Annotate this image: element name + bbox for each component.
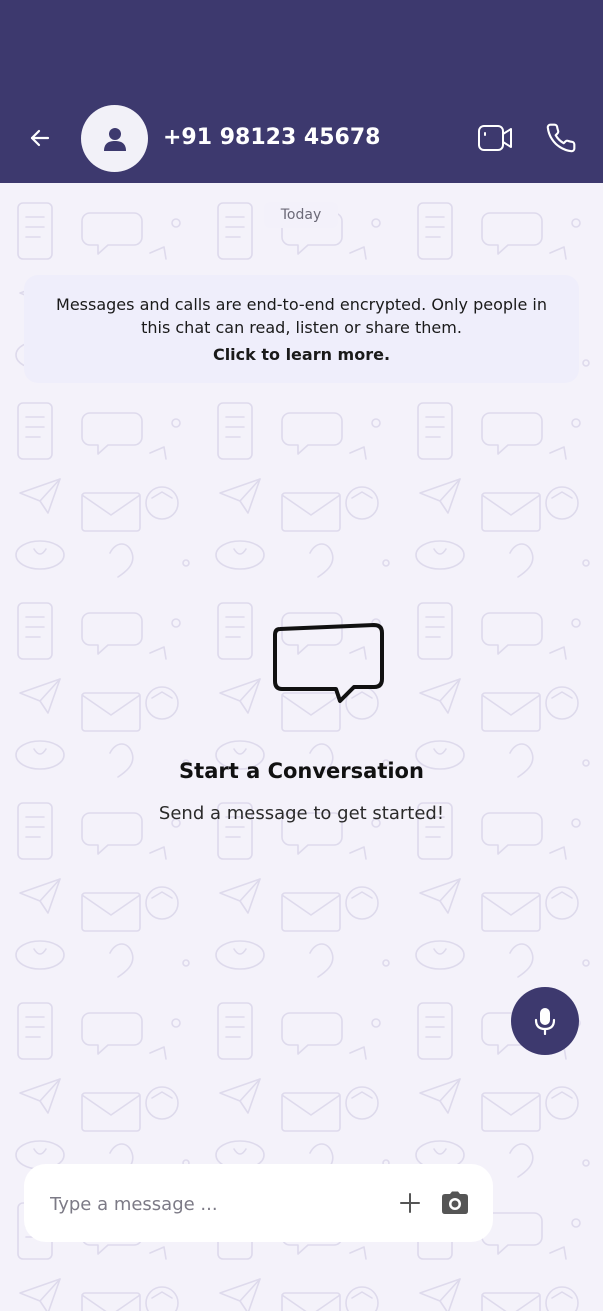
chat-bubble-icon — [273, 623, 384, 703]
mic-button[interactable] — [511, 987, 579, 1055]
attach-button[interactable] — [395, 1188, 425, 1218]
message-input[interactable] — [48, 1187, 372, 1221]
microphone-icon — [534, 1008, 556, 1035]
arrow-left-icon — [30, 129, 50, 147]
phone-icon — [546, 123, 576, 153]
video-call-button[interactable] — [476, 118, 514, 158]
voice-call-button[interactable] — [541, 118, 581, 158]
contact-name[interactable]: +91 98123 45678 — [163, 122, 380, 154]
contact-avatar[interactable] — [81, 105, 148, 172]
learn-more-link[interactable]: Click to learn more. — [40, 344, 563, 366]
camera-button[interactable] — [439, 1187, 471, 1219]
video-call-icon — [478, 125, 512, 151]
empty-state-subtitle: Send a message to get started! — [158, 803, 445, 824]
chat-area[interactable]: Today Messages and calls are end-to-end … — [0, 183, 603, 1311]
encryption-notice-text: Messages and calls are end-to-end encryp… — [56, 295, 547, 337]
date-separator: Today — [264, 202, 338, 228]
back-button[interactable] — [22, 120, 58, 156]
plus-icon — [400, 1193, 420, 1213]
encryption-notice[interactable]: Messages and calls are end-to-end encryp… — [24, 275, 579, 383]
chat-header: +91 98123 45678 — [0, 0, 603, 183]
message-composer — [24, 1164, 493, 1242]
empty-state-title: Start a Conversation — [179, 759, 424, 783]
camera-icon — [442, 1191, 468, 1214]
person-icon — [103, 127, 126, 151]
